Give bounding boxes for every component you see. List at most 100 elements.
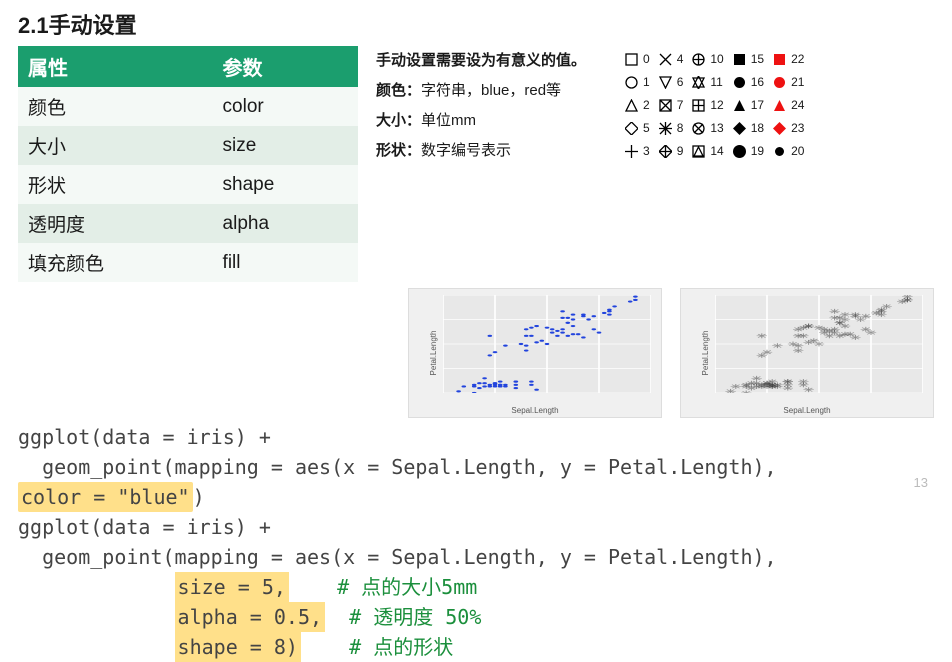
shape-legend: 0125346789101112131415161718192221242320 [624,46,934,282]
shape-number: 10 [710,52,723,66]
shape-15-icon [732,52,747,67]
table-header-param: 参数 [213,46,358,87]
shape-legend-item: 20 [772,142,804,160]
shape-legend-item: 12 [691,96,723,114]
shape-10-icon [691,52,706,67]
shape-7-icon [658,98,673,113]
shape-0-icon [624,52,639,67]
table-row: 填充颜色fill [18,243,358,282]
shape-legend-item: 15 [732,50,764,68]
shape-14-icon [691,144,706,159]
highlight-color: color = "blue" [18,482,193,512]
shape-legend-item: 3 [624,142,650,160]
plot2-ylabel: Petal.Length [701,331,710,376]
shape-number: 19 [751,144,764,158]
shape-1-icon [624,75,639,90]
shape-legend-item: 6 [658,73,684,91]
desc-label-color: 颜色： [376,82,421,99]
shape-number: 21 [791,75,804,89]
shape-number: 6 [677,75,684,89]
comment-alpha: # 透明度 50% [349,605,481,629]
shape-number: 7 [677,98,684,112]
table-row: 形状shape [18,165,358,204]
shape-3-icon [624,144,639,159]
shape-5-icon [624,121,639,136]
desc-label-shape: 形状： [376,142,421,159]
shape-legend-item: 23 [772,119,804,137]
shape-legend-item: 10 [691,50,723,68]
code-block: ggplot(data = iris) + geom_point(mapping… [18,422,934,662]
attribute-table: 属性 参数 颜色color 大小size 形状shape 透明度alpha 填充… [18,46,358,282]
shape-number: 12 [710,98,723,112]
shape-legend-item: 22 [772,50,804,68]
shape-8-icon [658,121,673,136]
description-block: 手动设置需要设为有意义的值。 颜色：字符串，blue，red等 大小：单位mm … [376,46,606,282]
shape-24-icon [772,98,787,113]
shape-legend-item: 8 [658,119,684,137]
shape-legend-item: 2 [624,96,650,114]
shape-legend-item: 24 [772,96,804,114]
shape-number: 17 [751,98,764,112]
comment-shape: # 点的形状 [349,635,453,659]
desc-value-size: 单位mm [421,112,476,129]
shape-number: 13 [710,121,723,135]
shape-legend-item: 13 [691,119,723,137]
shape-number: 8 [677,121,684,135]
shape-number: 0 [643,52,650,66]
shape-number: 18 [751,121,764,135]
shape-legend-item: 16 [732,73,764,91]
shape-legend-item: 14 [691,142,723,160]
plot1-xlabel: Sepal.Length [511,406,558,415]
shape-12-icon [691,98,706,113]
desc-value-color: 字符串，blue，red等 [421,82,561,99]
shape-legend-item: 18 [732,119,764,137]
shape-number: 16 [751,75,764,89]
shape-legend-item: 0 [624,50,650,68]
shape-number: 22 [791,52,804,66]
shape-9-icon [658,144,673,159]
shape-legend-item: 4 [658,50,684,68]
table-header-attr: 属性 [18,46,213,87]
scatter-plot-blue: Petal.Length Sepal.Length [408,288,662,418]
shape-number: 14 [710,144,723,158]
shape-number: 20 [791,144,804,158]
plot2-xlabel: Sepal.Length [783,406,830,415]
shape-2-icon [624,98,639,113]
shape-23-icon [772,121,787,136]
shape-legend-item: 1 [624,73,650,91]
shape-number: 2 [643,98,650,112]
shape-legend-item: 5 [624,119,650,137]
shape-legend-item: 7 [658,96,684,114]
comment-size: # 点的大小5mm [337,575,477,599]
shape-number: 15 [751,52,764,66]
shape-number: 4 [677,52,684,66]
shape-4-icon [658,52,673,67]
table-row: 颜色color [18,87,358,126]
shape-21-icon [772,75,787,90]
table-row: 大小size [18,126,358,165]
shape-legend-item: 21 [772,73,804,91]
shape-20-icon [772,144,787,159]
shape-number: 3 [643,144,650,158]
shape-16-icon [732,75,747,90]
shape-legend-item: 11 [691,73,723,91]
shape-11-icon [691,75,706,90]
highlight-shape: shape = 8) [175,632,301,662]
shape-number: 11 [710,75,722,89]
shape-number: 1 [643,75,650,89]
shape-13-icon [691,121,706,136]
highlight-alpha: alpha = 0.5, [175,602,326,632]
shape-19-icon [732,144,747,159]
desc-label-size: 大小： [376,112,421,129]
shape-legend-item: 19 [732,142,764,160]
shape-17-icon [732,98,747,113]
desc-value-shape: 数字编号表示 [421,142,511,159]
plot1-ylabel: Petal.Length [429,331,438,376]
shape-number: 23 [791,121,804,135]
highlight-size: size = 5, [175,572,289,602]
shape-number: 9 [677,144,684,158]
section-heading: 2.1手动设置 [18,8,934,40]
shape-number: 5 [643,121,650,135]
shape-number: 24 [791,98,804,112]
page-number: 13 [914,475,928,490]
